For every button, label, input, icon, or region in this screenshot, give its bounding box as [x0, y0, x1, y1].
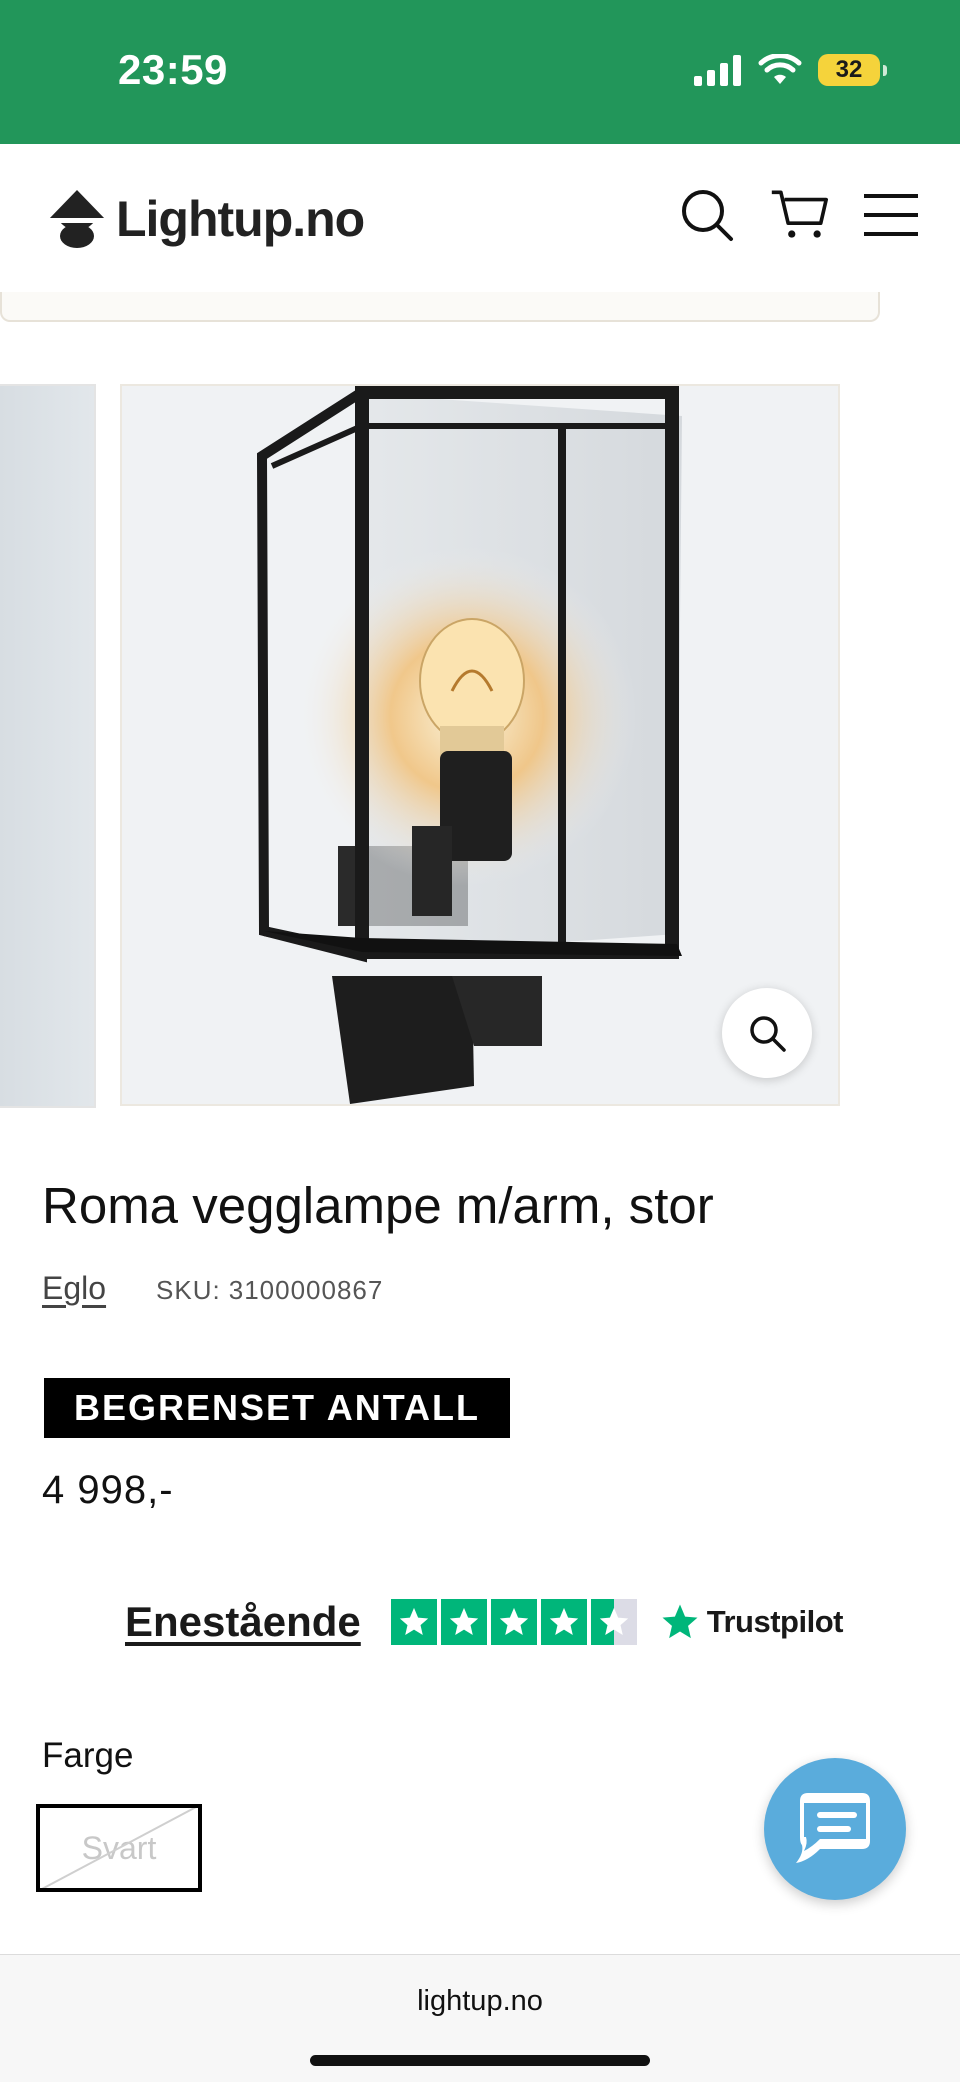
- half-star-icon: [590, 1599, 637, 1645]
- trustpilot-rating-text[interactable]: Enestående: [125, 1598, 361, 1646]
- zoom-button[interactable]: [722, 988, 812, 1078]
- unavailable-strike: [40, 1808, 198, 1888]
- trustpilot-brand: Trustpilot: [706, 1604, 844, 1639]
- star-icon: [390, 1599, 437, 1645]
- trustpilot-star-icon: [662, 1604, 698, 1639]
- status-time: 23:59: [118, 46, 228, 93]
- home-indicator[interactable]: [310, 2055, 650, 2066]
- signal-icon: [694, 55, 741, 86]
- zoom-icon: [750, 1016, 786, 1052]
- battery-icon: 32: [818, 54, 887, 86]
- search-icon: [682, 190, 733, 241]
- header-actions: [678, 186, 920, 244]
- url-text[interactable]: lightup.no: [0, 1985, 960, 2018]
- product-image[interactable]: [120, 384, 840, 1106]
- wifi-icon: [758, 54, 802, 84]
- sku-label: SKU:: [156, 1275, 221, 1305]
- announcement-strip: [0, 292, 880, 322]
- gallery-previous-image[interactable]: [0, 384, 96, 1108]
- product-meta: Eglo SKU: 3100000867: [42, 1270, 383, 1307]
- logo-text: Lightup.no: [116, 191, 365, 247]
- status-bar: 23:59 32: [0, 0, 960, 144]
- star-icon: [490, 1599, 537, 1645]
- star-icon: [440, 1599, 487, 1645]
- cart-icon: [771, 190, 828, 238]
- lamp-illustration: [122, 386, 838, 1104]
- menu-button[interactable]: [862, 186, 920, 244]
- battery-level: 32: [835, 56, 863, 83]
- star-icon: [540, 1599, 587, 1645]
- cart-button[interactable]: [770, 186, 828, 244]
- limited-stock-badge: BEGRENSET ANTALL: [44, 1378, 510, 1438]
- site-header: Lightup.no: [0, 144, 960, 292]
- color-option-label: Farge: [42, 1736, 134, 1775]
- trustpilot-widget[interactable]: Enestående Trustpilot: [125, 1598, 843, 1646]
- trustpilot-logo: Trustpilot: [659, 1601, 843, 1643]
- sku: SKU: 3100000867: [156, 1275, 383, 1306]
- trustpilot-stars: [390, 1599, 637, 1645]
- chat-button[interactable]: [764, 1758, 906, 1900]
- logo-lamp-icon: [48, 190, 106, 248]
- chat-icon: [796, 1793, 870, 1863]
- menu-icon: [864, 194, 918, 236]
- browser-address-bar[interactable]: lightup.no: [0, 1954, 960, 2082]
- site-logo[interactable]: Lightup.no: [44, 186, 365, 252]
- search-button[interactable]: [678, 186, 736, 244]
- vendor-link[interactable]: Eglo: [42, 1270, 106, 1307]
- sku-value: 3100000867: [228, 1275, 384, 1305]
- color-option-svart[interactable]: Svart: [36, 1804, 202, 1892]
- status-icons: 32: [694, 52, 887, 88]
- product-title: Roma vegglampe m/arm, stor: [42, 1177, 714, 1234]
- product-price: 4 998,-: [42, 1468, 174, 1512]
